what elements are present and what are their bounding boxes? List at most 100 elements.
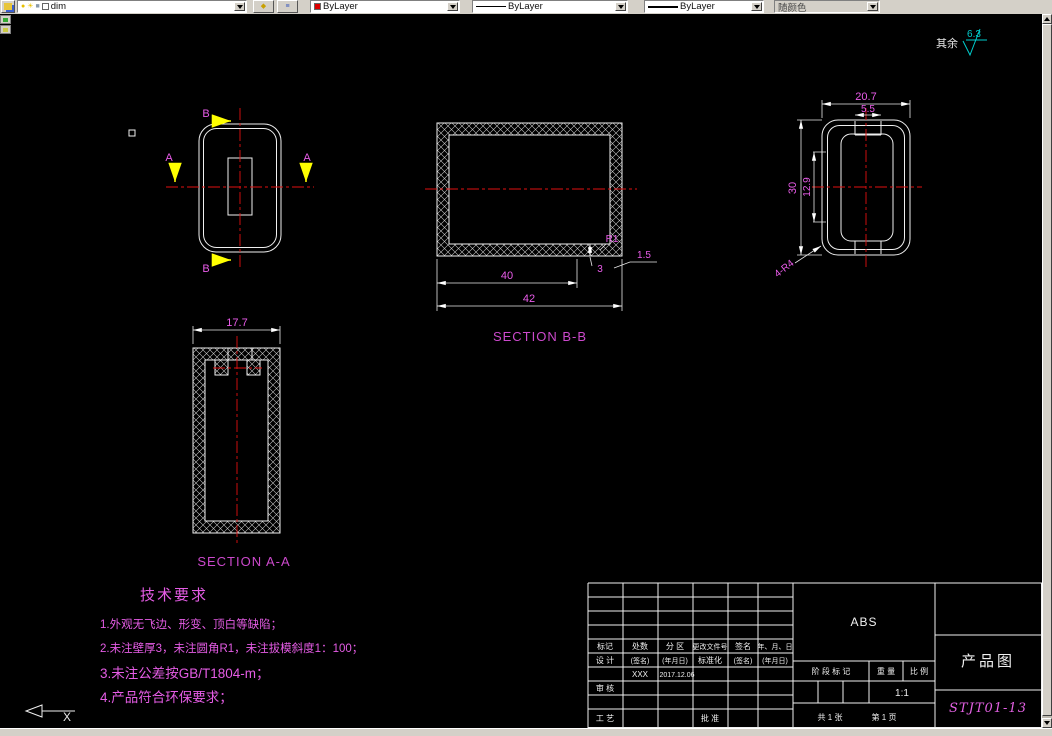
tech-req-title: 技术要求 <box>140 587 208 604</box>
plotstyle-combo: 随颜色 <box>774 0 880 14</box>
arrow-down-icon <box>1044 721 1050 725</box>
date-placeholder: (年月日) <box>662 656 688 665</box>
chevron-down-icon <box>753 4 760 9</box>
vertical-scrollbar[interactable] <box>1042 14 1052 728</box>
scale-value: 1:1 <box>895 688 909 699</box>
layer-on-bulb-icon: ● <box>21 3 26 10</box>
section-letter-b-top: B <box>202 108 209 120</box>
lineweight-combo[interactable]: ByLayer <box>644 0 764 13</box>
scrollbar-thumb[interactable] <box>1042 24 1052 716</box>
ucs-x-label: X <box>63 710 71 724</box>
layer-previous-button[interactable]: ≡ <box>277 0 298 13</box>
dim-text-20-7: 20.7 <box>855 91 876 103</box>
scroll-up-button[interactable] <box>1042 14 1052 24</box>
color-dropdown-arrow[interactable] <box>447 2 458 11</box>
linetype-dropdown-arrow[interactable] <box>615 2 626 11</box>
scroll-down-button[interactable] <box>1042 718 1052 728</box>
dim-text-1-5: 1.5 <box>637 250 651 261</box>
section-aa-view: 17.7 SECTION A-A <box>192 317 290 569</box>
header-count: 处数 <box>632 641 648 651</box>
layer-value: dim <box>50 1 67 12</box>
pickbox-marker <box>128 129 136 137</box>
design-label: 设 计 <box>596 655 614 665</box>
dim-text-42: 42 <box>523 293 535 305</box>
chevron-down-icon <box>236 4 243 9</box>
tool-icon <box>3 27 8 32</box>
layer-previous-icon: ≡ <box>285 3 290 10</box>
boss-right <box>246 359 261 376</box>
docked-toolbar-button-2[interactable] <box>0 25 11 34</box>
cad-application-window: { "toolbar": { "layer_value": "dim", "co… <box>0 0 1052 736</box>
linetype-sample-icon <box>476 6 506 7</box>
lineweight-dropdown-arrow[interactable] <box>751 2 762 11</box>
tech-req-line-1: 1.外观无飞边、形变、顶白等缺陷； <box>100 617 282 631</box>
dim-text-3: 3 <box>597 264 603 275</box>
linetype-value: ByLayer <box>508 1 543 12</box>
dim-text-30: 30 <box>787 182 799 194</box>
layer-properties-button[interactable] <box>1 0 15 13</box>
dim-text-4-r4: 4-R4 <box>773 258 797 280</box>
header-date: 年、月、日 <box>758 642 793 651</box>
tool-icon <box>3 17 8 22</box>
leader-3 <box>589 256 593 267</box>
surface-note-prefix: 其余 <box>936 36 958 50</box>
ucs-icon: X <box>24 704 75 724</box>
arrow-up-icon <box>1044 17 1050 21</box>
section-letter-b-bottom: B <box>202 263 209 275</box>
layer-color-swatch <box>41 3 49 10</box>
hatched-wall <box>192 347 281 534</box>
scale-label: 比 例 <box>910 666 928 676</box>
current-color-swatch <box>314 3 321 10</box>
chevron-down-icon <box>869 4 876 9</box>
hatched-wall <box>436 122 623 257</box>
stage-mark-label: 阶 段 标 记 <box>812 666 851 676</box>
layer-combo[interactable]: ● ☀ ■ dim <box>17 0 247 13</box>
cad-drawing-svg: B B A A 40 42 3 1.5 R1 SECTION B-B 20.7 … <box>24 28 1042 728</box>
plotstyle-dropdown-arrow <box>867 2 878 11</box>
plotstyle-value: 随颜色 <box>778 2 807 14</box>
header-change-file: 更改文件号 <box>693 642 728 651</box>
layer-thaw-sun-icon: ☀ <box>27 3 34 10</box>
header-mark: 标记 <box>597 641 613 651</box>
sign-placeholder: (签名) <box>631 656 650 665</box>
standardize-label: 标准化 <box>698 655 722 665</box>
review-label: 审 核 <box>596 683 614 693</box>
dim-text-radius: R1 <box>606 234 619 245</box>
section-letter-a-left: A <box>165 152 173 164</box>
docked-toolbar-button-1[interactable] <box>0 15 11 24</box>
section-aa-label: SECTION A-A <box>197 554 290 569</box>
chevron-down-icon <box>449 4 456 9</box>
object-properties-toolbar: ● ☀ ■ dim ◆ ≡ ByLayer ByLayer ByLayer 随颜… <box>0 0 1052 14</box>
bottom-status-strip <box>0 728 1052 736</box>
section-bb-label: SECTION B-B <box>493 329 587 344</box>
date-placeholder: (年月日) <box>762 656 788 665</box>
make-layer-current-icon: ◆ <box>260 3 267 10</box>
chevron-down-icon <box>617 4 624 9</box>
layer-dropdown-arrow[interactable] <box>234 2 245 11</box>
dim-text-40: 40 <box>501 270 513 282</box>
linetype-combo[interactable]: ByLayer <box>472 0 628 13</box>
surface-finish-note: 其余 6.3 <box>936 28 987 57</box>
lineweight-sample-icon <box>648 5 678 8</box>
layers-icon <box>4 3 12 10</box>
sheet-total: 共 1 张 <box>818 713 843 722</box>
front-view: B B A A <box>165 108 314 275</box>
dim-text-12-9: 12.9 <box>802 177 813 197</box>
notch-lines <box>854 121 882 254</box>
leader-4-r4 <box>794 245 822 264</box>
color-combo[interactable]: ByLayer <box>310 0 460 13</box>
section-letter-a-right: A <box>303 152 311 164</box>
make-object-layer-current-button[interactable]: ◆ <box>253 0 274 13</box>
title-block: 标记 处数 分 区 更改文件号 签名 年、月、日 设 计 (签名) (年月日) … <box>587 582 1042 728</box>
dim-text-17-7: 17.7 <box>226 317 247 329</box>
tech-req-line-3: 3.未注公差按GB/T1804-m； <box>100 666 270 682</box>
ucs-arrowhead-icon <box>24 704 43 718</box>
weight-label: 重 量 <box>877 666 895 676</box>
dim-text-5-5: 5.5 <box>861 104 875 115</box>
header-signature: 签名 <box>735 641 751 651</box>
header-zone: 分 区 <box>666 642 684 651</box>
inner-cavity <box>840 133 894 242</box>
approve-label: 批 准 <box>701 713 719 723</box>
sheet-page: 第 1 页 <box>872 712 897 722</box>
drawing-canvas[interactable]: B B A A 40 42 3 1.5 R1 SECTION B-B 20.7 … <box>0 14 1042 728</box>
